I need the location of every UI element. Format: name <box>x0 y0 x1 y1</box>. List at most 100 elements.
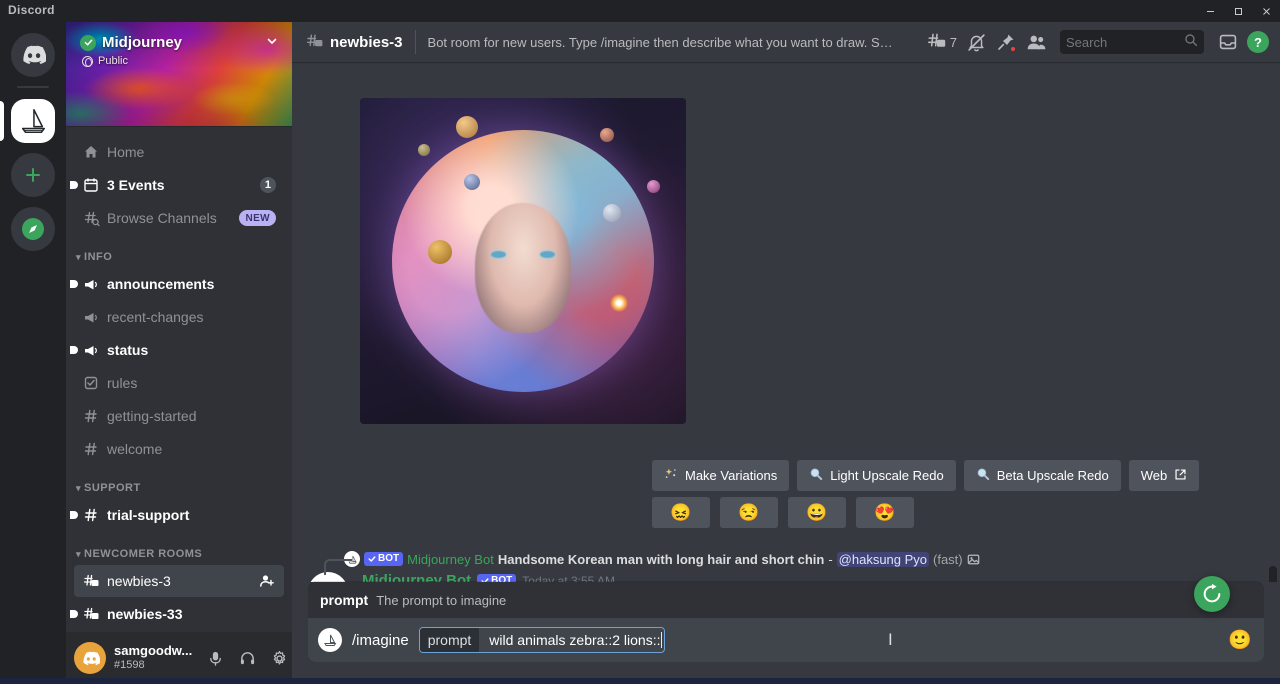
globe-icon <box>82 55 93 67</box>
server-banner[interactable]: Midjourney Public <box>66 22 292 127</box>
sidebar-channel-getting-started[interactable]: getting-started <box>74 400 284 432</box>
unread-indicator <box>70 346 78 354</box>
light-flare <box>610 294 628 312</box>
forum-icon <box>82 572 100 590</box>
chevron-down-icon: ▾ <box>76 482 82 493</box>
command-argument[interactable]: prompt wild animals zebra::2 lions:: <box>418 627 666 653</box>
category-newcomer-rooms[interactable]: ▾ NEWCOMER ROOMS <box>66 532 292 564</box>
threads-icon[interactable]: 7 <box>924 28 960 56</box>
server-name-row: Midjourney <box>80 34 182 51</box>
sidebar-channel-trial-support[interactable]: trial-support <box>70 499 284 531</box>
chevron-down-icon[interactable] <box>266 35 278 50</box>
sidebar-item-home[interactable]: Home <box>74 136 284 168</box>
title-bar: Discord <box>0 0 1280 22</box>
category-info-label: INFO <box>84 251 113 263</box>
sidebar-channel-status[interactable]: status <box>70 334 284 366</box>
command-argument-name: prompt <box>419 628 480 652</box>
reply-spine <box>324 559 352 575</box>
planet-1 <box>456 116 478 138</box>
message-input[interactable]: /imagine prompt wild animals zebra::2 li… <box>308 576 1264 662</box>
command-hint-description: The prompt to imagine <box>376 592 507 608</box>
rail-item-discord-home[interactable] <box>0 28 66 82</box>
generated-image-embed[interactable] <box>360 98 686 424</box>
sidebar-channel-rules[interactable]: rules <box>74 367 284 399</box>
slash-command-name: /imagine <box>352 631 409 649</box>
reply-mention[interactable]: @haksung Pyo <box>836 551 930 567</box>
reply-reference[interactable]: BOT Midjourney Bot Handsome Korean man w… <box>324 548 1280 575</box>
bot-badge-label: BOT <box>378 553 400 564</box>
member-list-icon[interactable] <box>1022 28 1050 56</box>
message-author[interactable]: Midjourney Bot <box>362 572 471 582</box>
user-identity[interactable]: samgoodw... #1598 <box>114 643 192 672</box>
sparkles-icon <box>664 467 678 484</box>
sidebar-channel-newbies-3-label: newbies-3 <box>107 573 171 589</box>
rail-item-midjourney-server[interactable] <box>0 94 66 148</box>
reply-prompt: Handsome Korean man with long hair and s… <box>497 551 825 567</box>
message-header: Midjourney Bot BOT Today at 3:55 AM <box>362 572 1021 582</box>
beta-upscale-redo-button[interactable]: Beta Upscale Redo <box>963 460 1121 491</box>
sidebar-channel-trial-support-label: trial-support <box>107 507 190 523</box>
category-info[interactable]: ▾ INFO <box>66 235 292 267</box>
gear-icon[interactable] <box>264 643 294 673</box>
message-scrollbar[interactable] <box>1269 566 1277 582</box>
category-support[interactable]: ▾ SUPPORT <box>66 466 292 498</box>
server-name: Midjourney <box>102 34 183 51</box>
add-member-icon[interactable] <box>258 572 276 590</box>
rail-item-explore-servers[interactable] <box>0 202 66 256</box>
reaction-grinning[interactable]: 😀 <box>788 497 846 528</box>
maximize-button[interactable] <box>1224 0 1252 22</box>
pin-notification-dot <box>1009 45 1017 53</box>
help-icon[interactable]: ? <box>1244 28 1272 56</box>
app-title: Discord <box>8 3 55 17</box>
minimize-button[interactable] <box>1196 0 1224 22</box>
reaction-confounded[interactable]: 😖 <box>652 497 710 528</box>
sidebar-channel-newbies-3[interactable]: newbies-3 <box>74 565 284 597</box>
command-argument-value: wild animals zebra::2 lions:: <box>479 628 664 652</box>
active-server-indicator <box>0 101 4 141</box>
generated-image <box>360 98 686 424</box>
channel-topic[interactable]: Bot room for new users. Type /imagine th… <box>428 35 893 50</box>
page-title: newbies-3 <box>330 33 403 51</box>
reaction-unamused[interactable]: 😒 <box>720 497 778 528</box>
microphone-icon[interactable] <box>200 643 230 673</box>
sidebar-channel-getting-started-label: getting-started <box>107 408 197 424</box>
sidebar-channel-recent-changes[interactable]: recent-changes <box>74 301 284 333</box>
web-button[interactable]: Web <box>1128 460 1200 491</box>
light-upscale-redo-button[interactable]: Light Upscale Redo <box>797 460 956 491</box>
avatar[interactable] <box>74 642 106 674</box>
rail-item-add-server[interactable] <box>0 148 66 202</box>
message-scroll-area: Make Variations Light Upscale Redo Beta … <box>292 62 1280 582</box>
planet-4 <box>647 180 660 193</box>
notifications-muted-icon[interactable] <box>962 28 990 56</box>
browse-channels-new-badge: NEW <box>239 210 276 226</box>
text-caret <box>661 632 663 648</box>
pinned-messages-icon[interactable] <box>992 28 1020 56</box>
search-input[interactable]: Search <box>1060 30 1204 54</box>
mouse-text-cursor: I <box>888 630 893 649</box>
sidebar-channel-newbies-33[interactable]: newbies-33 <box>70 598 284 630</box>
server-privacy-row: Public <box>82 55 128 67</box>
close-button[interactable] <box>1252 0 1280 22</box>
browse-channels-icon <box>82 209 100 227</box>
sidebar-channel-announcements[interactable]: announcements <box>70 268 284 300</box>
category-support-label: SUPPORT <box>84 482 141 494</box>
planet-5 <box>428 240 452 264</box>
search-placeholder: Search <box>1066 34 1108 50</box>
headphones-icon[interactable] <box>232 643 262 673</box>
sidebar-item-browse-channels[interactable]: Browse Channels NEW <box>74 202 284 234</box>
reroll-icon[interactable] <box>1194 576 1230 612</box>
planet-7 <box>464 174 480 190</box>
emoji-picker-icon[interactable]: 🙂 <box>1228 628 1252 652</box>
make-variations-button[interactable]: Make Variations <box>652 460 790 491</box>
announcement-icon <box>82 275 100 293</box>
server-rail <box>0 22 66 684</box>
sidebar-channel-welcome-label: welcome <box>107 441 163 457</box>
sidebar-channel-rules-label: rules <box>107 375 138 391</box>
planet-3 <box>418 144 430 156</box>
user-discriminator: #1598 <box>114 659 145 672</box>
inbox-icon[interactable] <box>1214 28 1242 56</box>
reaction-heart-eyes[interactable]: 😍 <box>856 497 914 528</box>
sidebar-item-events[interactable]: 3 Events 1 <box>70 169 284 201</box>
sidebar-channel-welcome[interactable]: welcome <box>74 433 284 465</box>
help-glyph: ? <box>1247 31 1269 53</box>
